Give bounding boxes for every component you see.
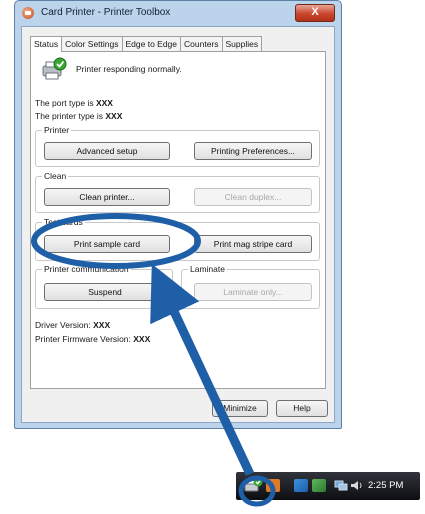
highlight-circle-tray-icon	[238, 475, 276, 507]
highlight-circle-print-sample	[31, 213, 201, 269]
annotation-overlay	[31, 213, 276, 507]
tab-status[interactable]: Status	[30, 36, 63, 52]
pointer-arrow	[150, 263, 255, 476]
